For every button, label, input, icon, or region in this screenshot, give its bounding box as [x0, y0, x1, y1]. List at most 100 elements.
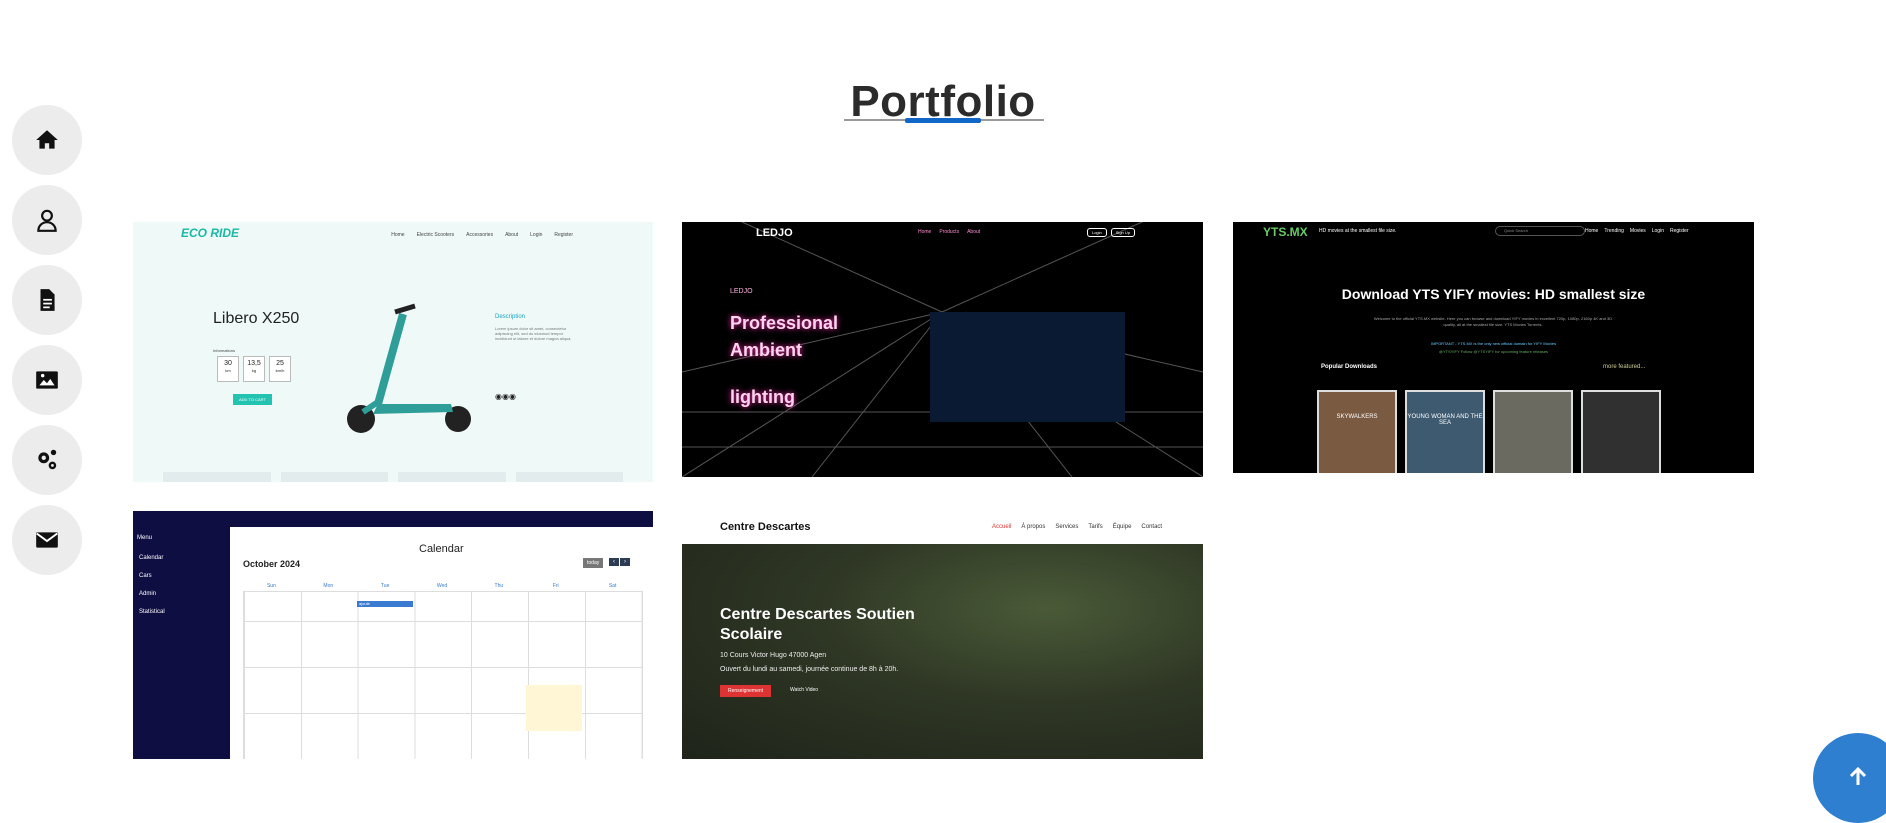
ecoride-add-to-cart: ADD TO CART — [233, 394, 272, 405]
yts-posters: SKYWALKERS YOUNG WOMAN AND THE SEA — [1317, 390, 1661, 473]
ecoride-nav: Home Electric Scooters Accessories About… — [391, 232, 573, 238]
gears-icon — [38, 449, 57, 470]
calendar-menu-items: Calendar Cars Admin Statistical — [139, 549, 165, 621]
ecoride-description-text: Lorem ipsum dolor sit amet, consectetur … — [495, 326, 572, 341]
ledjo-brand: LEDJO — [730, 288, 753, 295]
user-icon — [37, 209, 57, 232]
nav-about-button[interactable] — [12, 185, 82, 255]
calendar-grid — [243, 591, 643, 759]
nav-services-button[interactable] — [12, 425, 82, 495]
nav-resume-button[interactable] — [12, 265, 82, 335]
calendar-menu-item: Statistical — [139, 609, 165, 615]
calendar-menu-item: Admin — [139, 591, 157, 597]
calendar-menu-item: Cars — [139, 573, 152, 579]
ecoride-info-label: Informations — [213, 348, 236, 353]
ledjo-nav-item: Home — [918, 229, 932, 235]
yts-nav-item: Movies — [1629, 228, 1646, 234]
yts-follow: @YTSYIFY Follow @YTSYIFY for upcoming fe… — [1438, 349, 1549, 354]
yts-notice: IMPORTANT - YTS.MX is the only new offic… — [1430, 341, 1557, 346]
descartes-cta: Renseignement — [720, 685, 772, 697]
nav-contact-button[interactable] — [12, 505, 82, 575]
portfolio-card-ecoride[interactable]: ECO RIDE Home Electric Scooters Accessor… — [133, 222, 653, 482]
yts-more-link: more featured... — [1603, 364, 1646, 370]
descartes-nav-item: Accueil — [992, 524, 1012, 530]
yts-nav-item: Login — [1651, 228, 1664, 234]
descartes-nav-item: Contact — [1141, 524, 1163, 530]
yts-subtext: Welcome to the official YTS.MX website. … — [1373, 316, 1613, 327]
chevron-right-icon: › — [620, 558, 630, 566]
calendar-event: ajouté — [357, 601, 413, 607]
descartes-hours: Ouvert du lundi au samedi, journée conti… — [720, 666, 899, 673]
title-divider-accent — [905, 118, 981, 123]
yts-heading: Download YTS YIFY movies: HD smallest si… — [1341, 286, 1646, 302]
yts-nav-item: Trending — [1604, 228, 1624, 234]
ecoride-stat: 30 km — [217, 356, 239, 382]
calendar-today-cell — [526, 685, 582, 731]
ledjo-hero-image — [930, 312, 1125, 422]
envelope-icon — [36, 532, 58, 548]
calendar-menu-heading: Menu — [137, 535, 153, 541]
calendar-month: October 2024 — [243, 559, 301, 569]
ecoride-nav-item: Login — [530, 232, 543, 238]
yts-search: Quick Search — [1495, 226, 1585, 236]
yts-popular-label: Popular Downloads — [1321, 364, 1378, 370]
ledjo-signup: Sign Up — [1110, 228, 1135, 237]
image-icon — [36, 371, 58, 389]
ledjo-login: Login — [1086, 228, 1107, 237]
yts-poster: YOUNG WOMAN AND THE SEA — [1405, 390, 1485, 473]
ecoride-product-name: Libero X250 — [213, 310, 300, 327]
scroll-to-top-button[interactable] — [1813, 733, 1886, 823]
ecoride-nav-item: Accessories — [466, 232, 494, 238]
calendar-heading: Calendar — [419, 543, 464, 555]
calendar-menu-item: Calendar — [139, 555, 164, 561]
yts-poster — [1493, 390, 1573, 473]
ecoride-stat: 25 km/h — [269, 356, 291, 382]
ecoride-stats: 30 km 13,5 kg 25 km/h — [217, 356, 291, 382]
calendar-weekdays: Sun Mon Tue Wed Thu Fri Sat — [266, 583, 617, 589]
ecoride-nav-item: About — [505, 232, 519, 238]
ecoride-nav-item: Electric Scooters — [416, 232, 455, 238]
ledjo-nav: Home Products About — [918, 229, 980, 235]
scooter-image — [347, 303, 471, 433]
home-icon — [36, 130, 58, 149]
yts-poster: SKYWALKERS — [1317, 390, 1397, 473]
yts-tagline: HD movies at the smallest file size. — [1319, 228, 1397, 234]
nav-home-button[interactable] — [12, 105, 82, 175]
descartes-nav: Accueil À propos Services Tarifs Équipe … — [992, 524, 1162, 530]
yts-nav: Home Trending Movies Login Register — [1585, 228, 1689, 234]
calendar-today-button: today — [583, 558, 604, 568]
ecoride-description-title: Description — [495, 314, 526, 320]
ecoride-nav-item: Register — [554, 232, 573, 238]
descartes-nav-item: Services — [1055, 524, 1079, 530]
ecoride-bottom-bars — [133, 472, 653, 482]
descartes-watch-video: Watch Video — [790, 687, 819, 693]
ecoride-nav-item: Home — [391, 232, 405, 238]
side-navigation — [12, 105, 82, 585]
descartes-nav-item: Tarifs — [1088, 524, 1103, 530]
ledjo-nav-item: Products — [939, 229, 960, 235]
descartes-logo: Centre Descartes — [720, 521, 811, 533]
descartes-address: 10 Cours Victor Hugo 47000 Agen — [720, 652, 827, 659]
yts-logo: YTS.MX — [1263, 225, 1308, 239]
ledjo-nav-item: About — [967, 229, 981, 235]
ledjo-auth: Login Sign Up — [1086, 228, 1135, 237]
nav-portfolio-button[interactable] — [12, 345, 82, 415]
descartes-headline: Centre Descartes Soutien Scolaire — [720, 606, 915, 643]
portfolio-card-yts[interactable]: YTS.MX HD movies at the smallest file si… — [1233, 222, 1754, 473]
yts-nav-item: Home — [1585, 228, 1599, 234]
ecoride-logo: ECO RIDE — [181, 226, 240, 240]
ecoride-stat: 13,5 kg — [243, 356, 265, 382]
yts-nav-item: Register — [1669, 228, 1689, 234]
chevron-left-icon: ‹ — [609, 558, 619, 566]
portfolio-card-ledjo[interactable]: LEDJO Home Products About Login Sign Up … — [682, 222, 1203, 477]
yts-poster — [1581, 390, 1661, 473]
calendar-topbar — [133, 511, 653, 527]
portfolio-card-descartes[interactable]: Centre Descartes Accueil À propos Servic… — [682, 513, 1203, 759]
descartes-nav-item: Équipe — [1112, 524, 1132, 530]
ledjo-headline: Professional Ambient lighting — [730, 313, 839, 407]
calendar-arrows: ‹ › — [609, 558, 630, 566]
portfolio-card-calendar[interactable]: Menu Calendar Cars Admin Statistical Cal… — [133, 511, 653, 759]
ecoride-social-icons: ◉◉◉ — [495, 392, 516, 401]
descartes-nav-item: À propos — [1021, 524, 1046, 530]
document-icon — [40, 289, 55, 311]
